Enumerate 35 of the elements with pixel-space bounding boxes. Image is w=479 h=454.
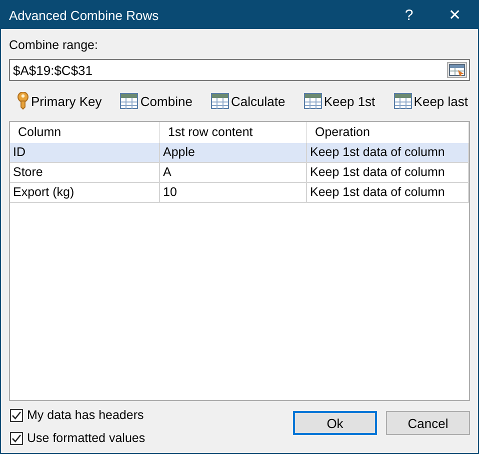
window-title: Advanced Combine Rows: [8, 8, 160, 22]
table-cell: 10: [160, 183, 307, 202]
checkbox-label: Use formatted values: [27, 431, 146, 445]
range-select-icon: [449, 64, 465, 76]
table-icon: [120, 93, 138, 109]
table-icon: [394, 93, 412, 109]
close-button[interactable]: ✕: [432, 1, 478, 29]
range-select-button[interactable]: [447, 62, 467, 78]
table-cell: Apple: [160, 143, 307, 162]
toolbar-button[interactable]: Combine: [118, 89, 194, 113]
primary-key-button[interactable]: Primary Key: [15, 89, 104, 113]
table-row[interactable]: ID Apple Keep 1st data of column: [10, 143, 469, 163]
key-icon: [17, 92, 29, 110]
toolbar-button[interactable]: Keep last: [392, 89, 470, 113]
table-cell: Keep 1st data of column: [307, 183, 469, 202]
table-cell: Export (kg): [10, 183, 160, 202]
checkbox[interactable]: [10, 408, 23, 422]
checkbox-label: My data has headers: [27, 408, 144, 422]
table-cell: ID: [10, 143, 160, 162]
table-row[interactable]: Export (kg) 10 Keep 1st data of column: [10, 183, 469, 203]
toolbar-button[interactable]: Calculate: [209, 89, 288, 113]
cancel-button[interactable]: Cancel: [386, 411, 470, 435]
table-cell: Store: [10, 163, 160, 182]
table-icon: [304, 93, 322, 109]
range-field[interactable]: $A$19:$C$31: [9, 59, 470, 81]
checkbox[interactable]: [10, 432, 23, 444]
toolbar-button[interactable]: Keep 1st: [302, 89, 378, 113]
table-icon: [211, 93, 230, 109]
table-cell: Keep 1st data of column: [307, 163, 469, 182]
table-cell: A: [160, 163, 307, 182]
ok-button[interactable]: Ok: [293, 411, 377, 435]
table-cell: Keep 1st data of column: [307, 143, 469, 162]
range-label: Combine range:: [9, 38, 99, 54]
help-button[interactable]: ?: [386, 1, 432, 29]
table-row[interactable]: Store A Keep 1st data of column: [10, 163, 469, 183]
